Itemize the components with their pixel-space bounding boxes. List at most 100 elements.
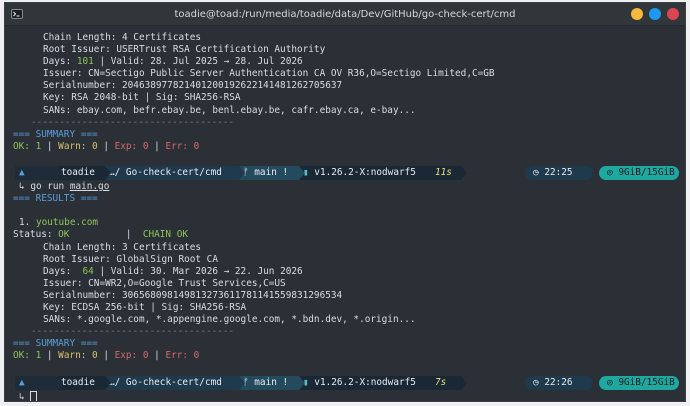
- serial-line: Serialnumber: 20463897782140120019262214…: [43, 80, 343, 92]
- close-button[interactable]: [667, 8, 679, 20]
- chain-status: CHAIN OK: [142, 229, 189, 241]
- memory-pill: ◎ 9GiB/15GiB: [599, 375, 679, 390]
- segment-separator: [461, 166, 467, 181]
- terminal-app-icon: [11, 9, 23, 19]
- command-text: go run: [30, 181, 70, 193]
- status-line: Status: OK | CHAIN OK: [13, 229, 685, 241]
- days-value: 101: [76, 56, 94, 68]
- clock-pill: ◷ 22:26: [525, 375, 593, 390]
- segment-separator: [299, 166, 305, 181]
- go-version-segment: ▮ v1.26.2-X:nodwarf5: [299, 375, 431, 390]
- clock-icon: ◷: [533, 376, 539, 388]
- clock-icon: ◷: [533, 167, 539, 179]
- user-segment: toadie: [57, 375, 105, 390]
- segment-separator: [57, 166, 63, 181]
- text-cursor: [30, 390, 38, 401]
- root-issuer-line: Root Issuer: GlobalSign Root CA: [43, 253, 218, 265]
- prompt-arrow: ↳: [19, 181, 25, 193]
- summary-exp: Exp: 0: [114, 350, 149, 362]
- validity-range: | Valid: 28. Jul 2025 → 28. Jul 2026: [93, 56, 303, 68]
- summary-warn: Warn: 0: [58, 350, 98, 362]
- summary-ok: OK: 1: [13, 350, 42, 362]
- status-value: OK: [58, 229, 70, 241]
- clock-pill: ◷ 22:25: [525, 166, 593, 181]
- result-index: 1.: [19, 217, 31, 229]
- days-line: Days: 101 | Valid: 28. Jul 2025 → 28. Ju…: [19, 56, 685, 68]
- sans-line: SANs: ebay.com, befr.ebay.be, benl.ebay.…: [43, 104, 416, 116]
- summary-header: === SUMMARY ===: [13, 338, 98, 350]
- summary-ok: OK: 1: [13, 140, 42, 152]
- command-line[interactable]: ↳: [19, 390, 685, 402]
- clock-time: 22:25: [544, 167, 573, 179]
- terminal-window: toadie@toad:/run/media/toadie/data/Dev/G…: [4, 2, 686, 402]
- segment-separator: [431, 375, 437, 390]
- result-title: 1. youtube.com: [19, 217, 685, 229]
- segment-separator: [431, 166, 437, 181]
- chain-length-line: Chain Length: 4 Certificates: [43, 32, 202, 43]
- result-host[interactable]: youtube.com: [36, 217, 98, 228]
- summary-err: Err: 0: [165, 350, 200, 362]
- summary-err: Err: 0: [165, 140, 200, 152]
- segment-separator: [239, 166, 245, 181]
- shell-prompt: ▲ toadie …/ Go-check-cert/cmd ᚠ main ! ▮…: [15, 166, 685, 181]
- current-path: …/ Go-check-cert/cmd: [109, 376, 222, 388]
- summary-header: === SUMMARY ===: [13, 128, 98, 140]
- minimize-button[interactable]: [631, 8, 643, 20]
- user-segment: toadie: [57, 166, 105, 181]
- status-label: Status:: [13, 229, 59, 241]
- summary-line: OK: 1 | Warn: 0 | Exp: 0 | Err: 0: [13, 141, 685, 153]
- summary-exp: Exp: 0: [114, 140, 149, 152]
- window-controls: [631, 8, 679, 20]
- summary-separator: |: [41, 140, 59, 152]
- status-separator: |: [125, 229, 132, 241]
- divider: ------------------------------------: [31, 116, 235, 128]
- command-line[interactable]: ↳ go run main.go: [19, 181, 685, 193]
- prompt-arrow: ↳: [19, 391, 25, 402]
- os-segment: ▲: [15, 166, 57, 181]
- divider: ------------------------------------: [31, 326, 235, 338]
- segment-separator: [105, 375, 111, 390]
- validity-range: | Valid: 30. Mar 2026 → 22. Jun 2026: [93, 265, 303, 277]
- summary-separator: |: [97, 350, 115, 362]
- issuer-line: Issuer: CN=WR2,O=Google Trust Services,C…: [43, 277, 286, 289]
- title-bar[interactable]: toadie@toad:/run/media/toadie/data/Dev/G…: [5, 3, 685, 26]
- go-version: v1.26.2-X:nodwarf5: [308, 167, 416, 179]
- shell-prompt: ▲ toadie …/ Go-check-cert/cmd ᚠ main ! ▮…: [15, 375, 685, 390]
- current-path: …/ Go-check-cert/cmd: [109, 167, 222, 179]
- go-version-segment: ▮ v1.26.2-X:nodwarf5: [299, 166, 431, 181]
- segment-separator: [239, 375, 245, 390]
- days-line: Days: 64 | Valid: 30. Mar 2026 → 22. Jun…: [19, 266, 685, 278]
- memory-icon: ◎: [607, 376, 613, 388]
- results-header: === RESULTS ===: [13, 193, 98, 205]
- git-segment: ᚠ main !: [239, 375, 299, 390]
- segment-separator: [57, 375, 63, 390]
- memory-pill: ◎ 9GiB/15GiB: [599, 166, 679, 181]
- root-issuer-line: Root Issuer: USERTrust RSA Certification…: [43, 44, 326, 56]
- arch-linux-icon: ▲: [19, 167, 25, 179]
- git-segment: ᚠ main !: [239, 166, 299, 181]
- chain-length-line: Chain Length: 3 Certificates: [43, 241, 202, 253]
- key-line: Key: RSA 2048-bit | Sig: SHA256-RSA: [43, 92, 241, 104]
- git-branch: main !: [248, 167, 289, 179]
- memory-usage: 9GiB/15GiB: [618, 167, 675, 179]
- terminal-output[interactable]: Chain Length: 4 Certificates Root Issuer…: [5, 26, 685, 401]
- key-line: Key: ECDSA 256-bit | Sig: SHA256-RSA: [43, 301, 247, 313]
- summary-separator: |: [148, 140, 166, 152]
- serial-line: Serialnumber: 30656809814981327361178114…: [43, 289, 343, 301]
- days-label: Days:: [43, 265, 83, 277]
- segment-separator: [299, 375, 305, 390]
- os-segment: ▲: [15, 375, 57, 390]
- maximize-button[interactable]: [649, 8, 661, 20]
- days-value: 64: [82, 265, 94, 277]
- arch-linux-icon: ▲: [19, 376, 25, 388]
- summary-separator: |: [97, 140, 115, 152]
- summary-separator: |: [41, 350, 59, 362]
- go-version: v1.26.2-X:nodwarf5: [308, 376, 416, 388]
- issuer-line: Issuer: CN=Sectigo Public Server Authent…: [43, 68, 495, 80]
- summary-separator: |: [148, 350, 166, 362]
- command-file[interactable]: main.go: [70, 181, 110, 192]
- window-title: toadie@toad:/run/media/toadie/data/Dev/G…: [174, 8, 516, 20]
